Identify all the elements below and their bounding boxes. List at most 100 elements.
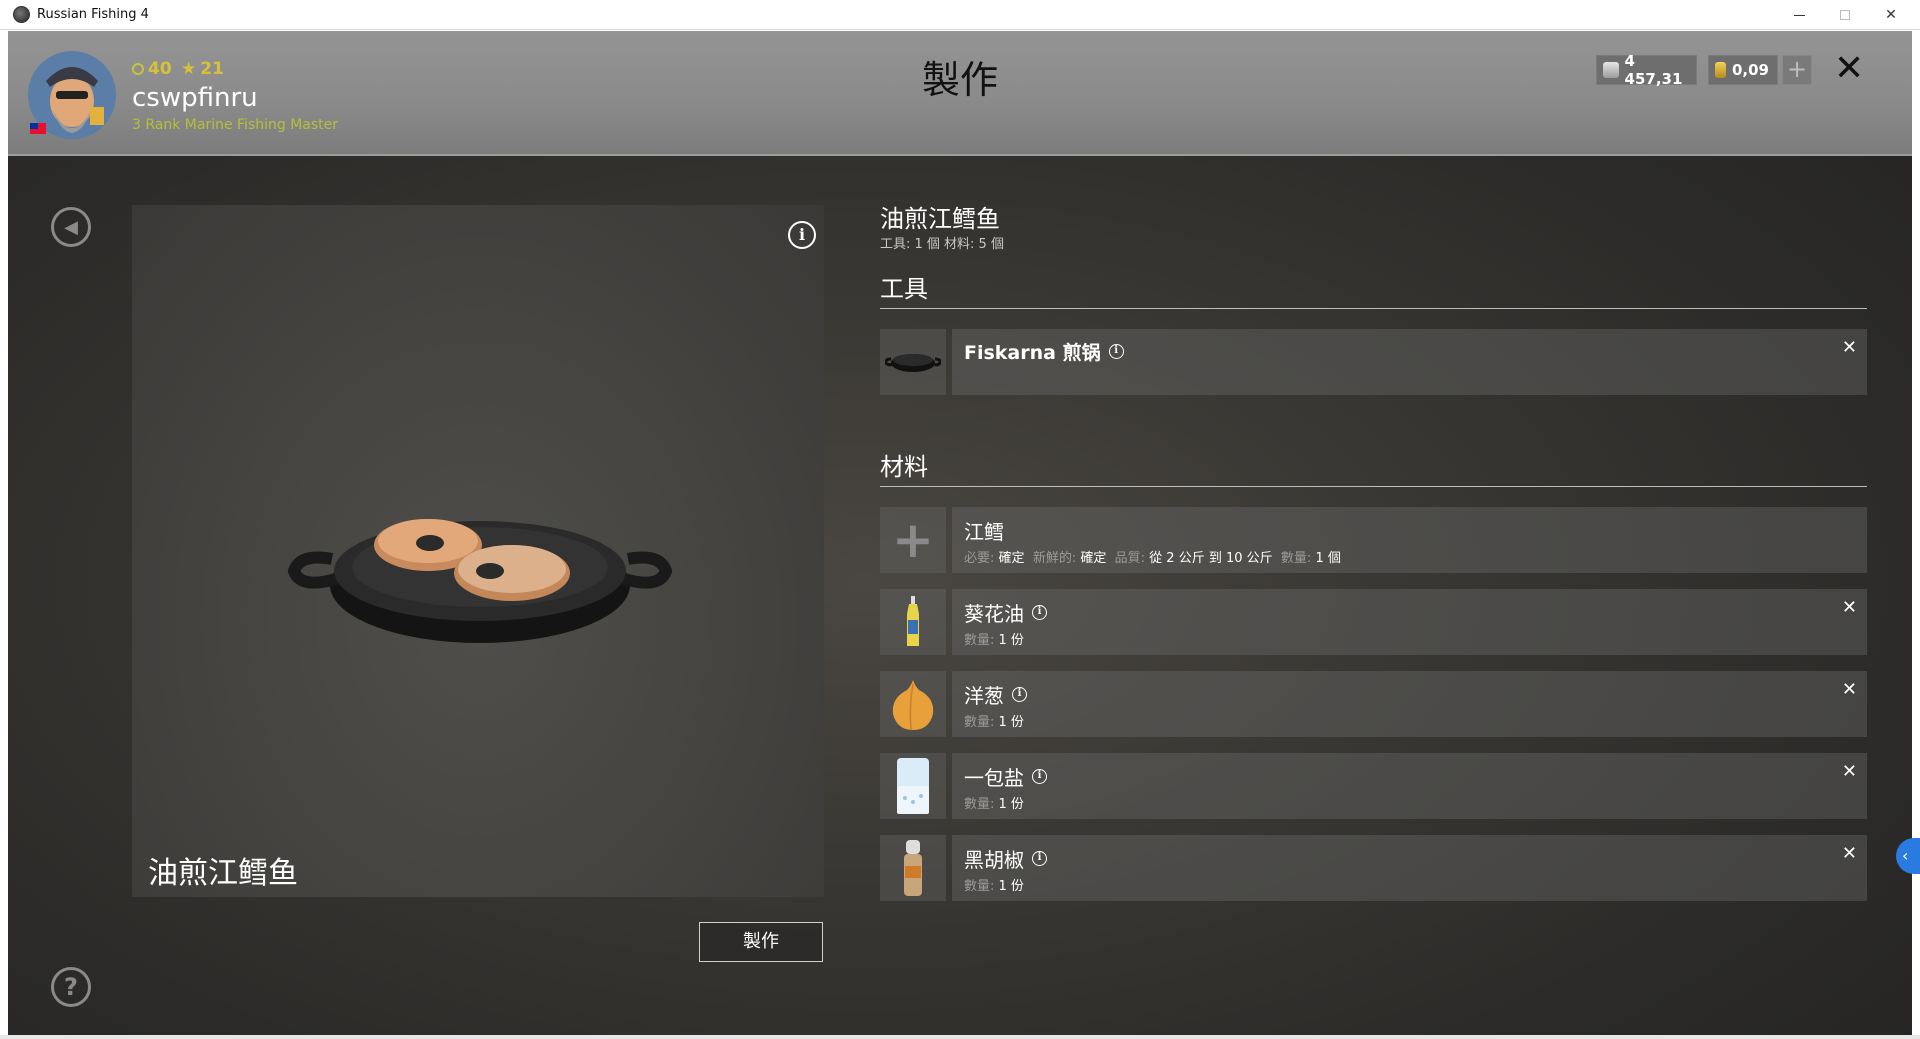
material-info-icon[interactable]: i [1012, 687, 1027, 702]
tools-divider [880, 308, 1867, 309]
gold-balance[interactable]: 0,09 [1708, 55, 1778, 85]
material-thumb [880, 589, 946, 655]
add-currency-button[interactable]: + [1782, 55, 1812, 85]
player-rank: 3 Rank Marine Fishing Master [132, 117, 339, 133]
app-icon [13, 6, 30, 23]
minimize-button[interactable] [1776, 0, 1822, 30]
chevron-left-icon: ‹ [1902, 846, 1909, 865]
tools-heading: 工具 [880, 275, 928, 303]
craft-button[interactable]: 製作 [699, 922, 823, 962]
back-button[interactable]: ◀ [51, 207, 91, 247]
material-quantity: 數量: 1 份 [964, 711, 1024, 730]
material-thumb [880, 671, 946, 737]
info-icon[interactable]: i [788, 221, 816, 249]
material-body: 葵花油 i 數量: 1 份 ✕ [952, 589, 1867, 655]
tool-body: Fiskarna 煎锅 i ✕ [952, 329, 1867, 395]
tool-name-text: Fiskarna 煎锅 [964, 342, 1101, 364]
maximize-icon [1840, 10, 1850, 20]
quantity-value: 1 份 [998, 879, 1024, 894]
game-viewport: 40 ★ 21 cswpfinru 3 Rank Marine Fishing … [8, 31, 1912, 1035]
top-header: 40 ★ 21 cswpfinru 3 Rank Marine Fishing … [8, 31, 1912, 156]
material-name-text: 黑胡椒 [964, 848, 1024, 872]
material-quantity: 數量: 1 份 [964, 793, 1024, 812]
fresh-value: 確定 [1080, 551, 1107, 566]
material-name-text: 洋葱 [964, 684, 1004, 708]
quantity-value: 1 個 [1315, 551, 1341, 566]
salt-pack-icon [897, 758, 929, 814]
material-body: 一包盐 i 數量: 1 份 ✕ [952, 753, 1867, 819]
quantity-label: 數量: [1280, 551, 1312, 566]
add-icon: + [892, 511, 934, 569]
silver-coin-icon [1603, 62, 1619, 78]
material-thumb [880, 753, 946, 819]
fried-burbot-pan-icon [287, 519, 673, 643]
minimize-icon [1793, 14, 1805, 16]
material-thumb[interactable]: + [880, 507, 946, 573]
material-requirements: 必要: 確定 新鮮的: 確定 品質: 從 2 公斤 到 10 公斤 數量: 1 … [964, 547, 1341, 566]
material-name-text: 一包盐 [964, 766, 1024, 790]
gold-coin-icon [1715, 62, 1726, 78]
material-name: 葵花油 i [964, 598, 1047, 627]
material-info-icon[interactable]: i [1032, 769, 1047, 784]
material-row[interactable]: 洋葱 i 數量: 1 份 ✕ [880, 671, 1867, 737]
onion-icon [892, 680, 934, 731]
remove-material-button[interactable]: ✕ [1842, 761, 1857, 782]
help-button[interactable]: ? [51, 967, 91, 1007]
material-row[interactable]: 葵花油 i 數量: 1 份 ✕ [880, 589, 1867, 655]
tool-info-icon[interactable]: i [1108, 344, 1124, 359]
quantity-label: 數量: [964, 879, 995, 894]
material-quantity: 數量: 1 份 [964, 629, 1024, 648]
remove-material-button[interactable]: ✕ [1842, 679, 1857, 700]
quantity-value: 1 份 [998, 797, 1024, 812]
maximize-button[interactable] [1822, 0, 1868, 30]
recipe-summary: 工具: 1 個 材料: 5 個 [880, 237, 1004, 252]
material-name: 江鳕 [964, 520, 1004, 544]
material-body: 江鳕 必要: 確定 新鮮的: 確定 品質: 從 2 公斤 到 10 公斤 數量:… [952, 507, 1867, 573]
oil-bottle-icon [907, 596, 919, 646]
window-close-button[interactable]: ✕ [1868, 0, 1914, 30]
material-row[interactable]: 一包盐 i 數量: 1 份 ✕ [880, 753, 1867, 819]
quality-label: 品質: [1114, 551, 1146, 566]
window-titlebar: Russian Fishing 4 ✕ [0, 0, 1920, 30]
material-name: 一包盐 i [964, 762, 1047, 791]
material-row[interactable]: 黑胡椒 i 數量: 1 份 ✕ [880, 835, 1867, 901]
fresh-label: 新鮮的: [1032, 551, 1077, 566]
tool-name: Fiskarna 煎锅 i [964, 338, 1124, 365]
material-info-icon[interactable]: i [1032, 605, 1047, 620]
remove-tool-button[interactable]: ✕ [1842, 337, 1857, 358]
required-label: 必要: [964, 551, 995, 566]
frying-pan-icon [885, 354, 941, 372]
preview-dish-name: 油煎江鳕鱼 [148, 856, 298, 891]
quantity-label: 數量: [964, 797, 995, 812]
window-bottom-edge [0, 1035, 1920, 1039]
material-name-text: 葵花油 [964, 602, 1024, 626]
close-screen-button[interactable]: ✕ [1834, 49, 1864, 89]
materials-divider [880, 486, 1867, 487]
material-row[interactable]: + 江鳕 必要: 確定 新鮮的: 確定 品質: 從 2 公斤 到 10 公斤 數… [880, 507, 1867, 573]
remove-material-button[interactable]: ✕ [1842, 597, 1857, 618]
tool-row[interactable]: Fiskarna 煎锅 i ✕ [880, 329, 1867, 395]
silver-value: 4 457,31 [1624, 52, 1683, 88]
quantity-value: 1 份 [998, 715, 1024, 730]
quality-value: 從 2 公斤 到 10 公斤 [1149, 551, 1273, 566]
quantity-value: 1 份 [998, 633, 1024, 648]
back-arrow-icon: ◀ [64, 216, 78, 238]
quantity-label: 數量: [964, 715, 995, 730]
material-body: 黑胡椒 i 數量: 1 份 ✕ [952, 835, 1867, 901]
material-body: 洋葱 i 數量: 1 份 ✕ [952, 671, 1867, 737]
window-title: Russian Fishing 4 [37, 7, 149, 22]
material-quantity: 數量: 1 份 [964, 875, 1024, 894]
silver-balance[interactable]: 4 457,31 [1596, 52, 1697, 88]
recipe-title: 油煎江鳕鱼 [880, 205, 1000, 233]
country-flag-icon [30, 123, 46, 134]
pepper-grinder-icon [904, 840, 922, 896]
remove-material-button[interactable]: ✕ [1842, 843, 1857, 864]
gold-value: 0,09 [1731, 61, 1769, 79]
required-value: 確定 [998, 551, 1025, 566]
material-name: 黑胡椒 i [964, 844, 1047, 873]
material-info-icon[interactable]: i [1032, 851, 1047, 866]
material-thumb [880, 835, 946, 901]
materials-heading: 材料 [880, 453, 928, 481]
dish-preview-panel: i 油煎江鳕鱼 [132, 205, 824, 897]
quantity-label: 數量: [964, 633, 995, 648]
